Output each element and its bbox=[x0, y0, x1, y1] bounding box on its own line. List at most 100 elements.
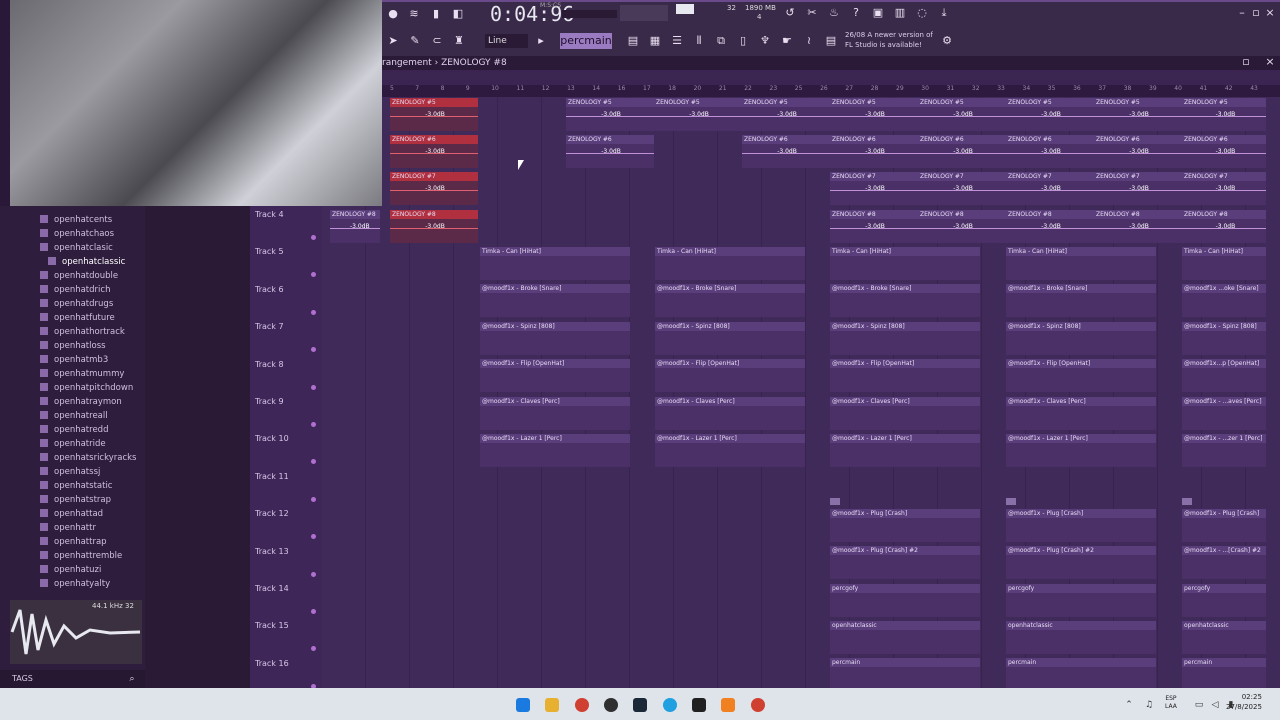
playlist-clip[interactable]: @moodf1x - Plug [Crash] #2 bbox=[1006, 546, 1156, 580]
small-clip-marker[interactable] bbox=[1182, 498, 1192, 506]
timeline-ruler[interactable] bbox=[380, 85, 1280, 97]
playlist-clip[interactable]: ZENOLOGY #8 -3.0dB bbox=[1006, 210, 1094, 243]
playlist-clip[interactable]: ZENOLOGY #6 -3.0dB bbox=[1094, 135, 1182, 168]
play-arrow-icon[interactable]: ➤ bbox=[384, 33, 402, 49]
playlist-clip[interactable]: @moodf1x - Lazer 1 [Perc] bbox=[480, 434, 630, 467]
playlist-clip[interactable]: @moodf1x - Spinz [808] bbox=[830, 321, 980, 355]
playlist-clip[interactable]: @moodf1x - Flip [OpenHat] bbox=[480, 359, 630, 393]
playlist-clip[interactable]: percmain bbox=[1006, 658, 1156, 692]
playlist-clip[interactable]: @moodf1x - Plug [Crash] bbox=[1182, 508, 1266, 542]
step-icon[interactable]: ≋ bbox=[405, 6, 423, 22]
cut-icon[interactable]: ✂ bbox=[803, 5, 821, 21]
chrome-alt-icon[interactable] bbox=[751, 698, 765, 712]
start-icon[interactable] bbox=[516, 698, 530, 712]
playlist-clip[interactable]: @moodf1x - ...[Crash] #2 bbox=[1182, 546, 1266, 580]
playlist-clip[interactable]: openhatclassic bbox=[1182, 621, 1266, 654]
horizontal-scrollbar[interactable] bbox=[380, 72, 1280, 80]
browser-item[interactable]: openhatride bbox=[40, 437, 106, 451]
playlist-clip[interactable]: @moodf1x - Flip [OpenHat] bbox=[1006, 359, 1156, 393]
mixer-bars-icon[interactable]: ⫴ bbox=[690, 33, 708, 49]
track-mute-dot[interactable] bbox=[311, 422, 316, 427]
undo-icon[interactable]: ↺ bbox=[781, 5, 799, 21]
playlist-clip[interactable]: percgofy bbox=[830, 583, 980, 617]
capcut-icon[interactable] bbox=[692, 698, 706, 712]
loop-icon[interactable]: ◧ bbox=[449, 6, 467, 22]
pattern-selector[interactable]: percmain bbox=[560, 33, 612, 49]
track-mute-dot[interactable] bbox=[311, 496, 316, 502]
playlist-clip[interactable]: @moodf1x - Claves [Perc] bbox=[1006, 396, 1156, 430]
track-name[interactable]: Track 5 bbox=[255, 247, 284, 256]
browser-item[interactable]: openhathortrack bbox=[40, 325, 125, 339]
playlist-clip[interactable]: @moodf1x - Claves [Perc] bbox=[655, 396, 805, 430]
playlist-clip[interactable]: Timka - Can [HiHat] bbox=[480, 247, 630, 280]
playlist-clip[interactable]: @moodf1x - Lazer 1 [Perc] bbox=[655, 434, 805, 467]
obs-icon[interactable] bbox=[604, 698, 618, 712]
browser-item[interactable]: openhatdrich bbox=[40, 283, 110, 297]
playlist-clip[interactable]: ZENOLOGY #6 -3.0dB bbox=[742, 135, 830, 168]
track-mute-dot[interactable] bbox=[311, 235, 316, 240]
track-name[interactable]: Track 7 bbox=[255, 322, 284, 331]
playlist-clip[interactable]: @moodf1x - Spinz [808] bbox=[1182, 321, 1266, 355]
playlist-clip[interactable]: ZENOLOGY #5 -3.0dB bbox=[742, 98, 830, 131]
restore-icon[interactable]: ▫ bbox=[1250, 5, 1262, 21]
tray-chevron-icon[interactable]: ⌃ bbox=[1120, 697, 1138, 713]
channel-rack-icon[interactable]: ☰ bbox=[668, 33, 686, 49]
tags-bar[interactable]: TAGS bbox=[0, 670, 145, 688]
playlist-clip[interactable]: Timka - Can [HiHat] bbox=[830, 247, 980, 280]
browser-item[interactable]: openhatyalty bbox=[40, 577, 110, 591]
mixer-icon[interactable]: ▥ bbox=[891, 5, 909, 21]
browser-item[interactable]: openhatdouble bbox=[40, 269, 118, 283]
playlist-clip[interactable]: @moodf1x - Broke [Snare] bbox=[480, 284, 630, 318]
playlist-clip[interactable]: Timka - Can [HiHat] bbox=[1182, 247, 1266, 280]
playlist-clip[interactable]: ZENOLOGY #6 -3.0dB bbox=[1182, 135, 1266, 168]
playlist-close-icon[interactable]: × bbox=[1264, 56, 1276, 68]
playlist-clip[interactable]: @moodf1x - Broke [Snare] bbox=[830, 284, 980, 318]
playlist-clip[interactable]: @moodf1x - Plug [Crash] bbox=[1006, 508, 1156, 542]
pattern-song-icon[interactable]: ▮ bbox=[427, 6, 445, 22]
browser-item[interactable]: openhatloss bbox=[40, 339, 106, 353]
playlist-clip[interactable]: openhatclassic bbox=[1006, 621, 1156, 654]
small-clip-marker[interactable] bbox=[830, 498, 840, 506]
playlist-clip[interactable]: ZENOLOGY #8 -3.0dB bbox=[390, 210, 478, 243]
browser-item[interactable]: openhatfuture bbox=[40, 311, 115, 325]
playlist-clip[interactable]: @moodf1x - Spinz [808] bbox=[1006, 321, 1156, 355]
touch-icon[interactable]: ☛ bbox=[778, 33, 796, 49]
track-name[interactable]: Track 14 bbox=[255, 584, 289, 593]
edge-icon[interactable] bbox=[663, 698, 677, 712]
playlist-clip[interactable]: @moodf1x - Flip [OpenHat] bbox=[830, 359, 980, 393]
update-notice[interactable]: 26/08 A newer version of FL Studio is av… bbox=[845, 30, 935, 50]
track-name[interactable]: Track 8 bbox=[255, 360, 284, 369]
browser-item[interactable]: openhatpitchdown bbox=[40, 381, 133, 395]
news-icon[interactable]: ▤ bbox=[822, 33, 840, 49]
playlist-clip[interactable]: ZENOLOGY #6 -3.0dB bbox=[390, 135, 478, 168]
fl-studio-icon[interactable] bbox=[721, 698, 735, 712]
minimize-icon[interactable]: – bbox=[1236, 5, 1248, 21]
browser-item[interactable]: openhatmummy bbox=[40, 367, 124, 381]
playlist-clip[interactable]: @moodf1x - Plug [Crash] bbox=[830, 508, 980, 542]
track-mute-dot[interactable] bbox=[311, 309, 316, 315]
playlist-clip[interactable]: ZENOLOGY #5 -3.0dB bbox=[918, 98, 1006, 131]
track-name[interactable]: Track 9 bbox=[255, 397, 284, 406]
playlist-clip[interactable]: openhatclassic bbox=[830, 621, 980, 654]
save-icon[interactable]: ▣ bbox=[869, 5, 887, 21]
playlist-clip[interactable]: ZENOLOGY #7 -3.0dB bbox=[1006, 172, 1094, 205]
browser-item[interactable]: openhatchaos bbox=[40, 227, 114, 241]
playlist-clip[interactable]: ZENOLOGY #5 -3.0dB bbox=[830, 98, 918, 131]
playlist-clip[interactable]: percmain bbox=[830, 658, 980, 692]
file-explorer-icon[interactable] bbox=[545, 698, 559, 712]
playlist-clip[interactable]: ZENOLOGY #5 -3.0dB bbox=[390, 98, 478, 131]
sampler-icon[interactable]: ⧉ bbox=[712, 33, 730, 49]
track-name[interactable]: Track 11 bbox=[255, 472, 289, 481]
record-icon[interactable]: ● bbox=[384, 6, 402, 22]
wave-icon[interactable]: ≀ bbox=[800, 33, 818, 49]
browser-item[interactable]: openhatclasic bbox=[40, 241, 113, 255]
browser-item[interactable]: openhatcents bbox=[40, 213, 112, 227]
playlist-clip[interactable]: ZENOLOGY #7 -3.0dB bbox=[918, 172, 1006, 205]
playlist-clip[interactable]: ZENOLOGY #5 -3.0dB bbox=[1182, 98, 1266, 131]
link-icon[interactable]: ⊂ bbox=[428, 33, 446, 49]
playlist-clip[interactable]: @moodf1x - Flip [OpenHat] bbox=[655, 359, 805, 393]
piano-roll-icon[interactable]: ▦ bbox=[646, 33, 664, 49]
system-clock[interactable]: 02:25 27/8/2025 bbox=[1226, 692, 1262, 712]
browser-item[interactable]: openhatstrap bbox=[40, 493, 111, 507]
playlist-clip[interactable]: ZENOLOGY #8 -3.0dB bbox=[1094, 210, 1182, 243]
